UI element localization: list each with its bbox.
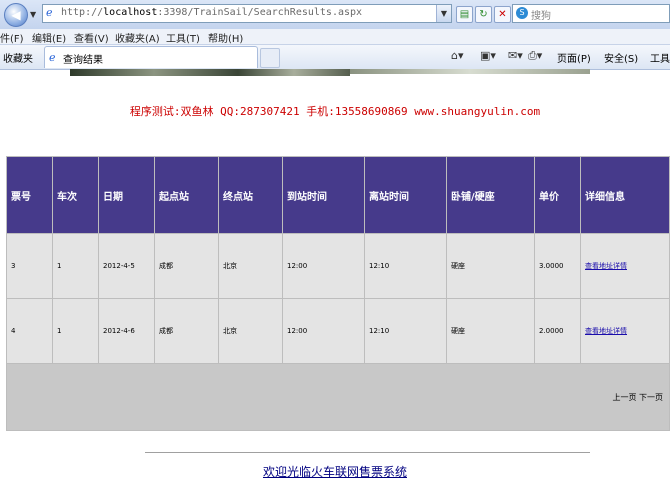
tab-search-results[interactable]: ℯ 查询结果 <box>44 46 258 68</box>
table-row: 4 1 2012-4-6 成都 北京 12:00 12:10 硬座 2.0000… <box>6 298 670 364</box>
header-seat: 卧铺/硬座 <box>446 156 535 234</box>
cell-depart: 12:10 <box>364 298 447 364</box>
address-url: http://localhost:3398/TrainSail/SearchRe… <box>61 7 363 18</box>
results-table: 票号 车次 日期 起点站 终点站 到站时间 离站时间 卧铺/硬座 单价 详细信息… <box>6 156 670 431</box>
address-input[interactable]: ℯ http://localhost:3398/TrainSail/Search… <box>42 4 452 23</box>
refresh-icon[interactable]: ↻ <box>475 6 492 23</box>
header-detail: 详细信息 <box>580 156 670 234</box>
pager-prev[interactable]: 上一页 <box>612 393 636 402</box>
pager-next[interactable]: 下一页 <box>639 393 663 402</box>
cell-date: 2012-4-6 <box>98 298 155 364</box>
detail-link[interactable]: 查看地址详情 <box>585 262 627 270</box>
cell-price: 3.0000 <box>534 233 581 299</box>
menu-tools[interactable]: 工具(T) <box>166 30 200 45</box>
address-dropdown-icon[interactable]: ▼ <box>436 5 451 22</box>
banner-image-right <box>350 69 590 74</box>
address-bar-area: ◀ ▼ ℯ http://localhost:3398/TrainSail/Se… <box>0 0 670 30</box>
tab-title: 查询结果 <box>63 55 103 66</box>
header-depart: 离站时间 <box>364 156 447 234</box>
header-train: 车次 <box>52 156 99 234</box>
cell-depart: 12:10 <box>364 233 447 299</box>
cell-from: 成都 <box>154 233 219 299</box>
menu-edit[interactable]: 编辑(E) <box>32 30 66 45</box>
print-icon[interactable]: ⎙▾ <box>528 49 542 63</box>
table-header-row: 票号 车次 日期 起点站 终点站 到站时间 离站时间 卧铺/硬座 单价 详细信息 <box>6 156 670 234</box>
header-date: 日期 <box>98 156 155 234</box>
cell-ticket: 3 <box>6 233 53 299</box>
page-menu[interactable]: 页面(P) <box>557 50 591 65</box>
footer-divider <box>145 452 590 453</box>
header-price: 单价 <box>534 156 581 234</box>
mail-icon[interactable]: ✉▾ <box>508 49 523 62</box>
cell-date: 2012-4-5 <box>98 233 155 299</box>
ie-tab-icon: ℯ <box>49 51 56 64</box>
cell-train: 1 <box>52 298 99 364</box>
back-button[interactable]: ◀ <box>4 3 28 27</box>
header-ticket: 票号 <box>6 156 53 234</box>
detail-link[interactable]: 查看地址详情 <box>585 327 627 335</box>
compatibility-view-icon[interactable]: ▤ <box>456 6 473 23</box>
header-to: 终点站 <box>218 156 283 234</box>
cell-arrive: 12:00 <box>282 233 365 299</box>
footer: 欢迎光临火车联网售票系统 <box>0 463 670 480</box>
menu-file[interactable]: 件(F) <box>0 30 24 45</box>
footer-home-link[interactable]: 欢迎光临火车联网售票系统 <box>263 465 407 479</box>
menu-bar: 件(F) 编辑(E) 查看(V) 收藏夹(A) 工具(T) 帮助(H) <box>0 29 670 45</box>
search-placeholder: 搜狗 <box>531 11 551 22</box>
cell-arrive: 12:00 <box>282 298 365 364</box>
feeds-icon[interactable]: ▣▾ <box>480 49 496 62</box>
page-headline: 程序测试:双鱼林 QQ:287307421 手机:13558690869 www… <box>129 105 541 118</box>
safety-menu[interactable]: 安全(S) <box>604 50 638 65</box>
header-arrive: 到站时间 <box>282 156 365 234</box>
menu-view[interactable]: 查看(V) <box>74 30 109 45</box>
cell-detail: 查看地址详情 <box>580 298 670 364</box>
cell-to: 北京 <box>218 233 283 299</box>
stop-icon[interactable]: ✕ <box>494 6 511 23</box>
tools-menu[interactable]: 工具 <box>650 50 670 65</box>
back-arrow-icon: ◀ <box>11 8 21 22</box>
cell-seat: 硬座 <box>446 298 535 364</box>
header-from: 起点站 <box>154 156 219 234</box>
pager-row: 上一页 下一页 <box>6 363 670 431</box>
favorites-bar: 收藏夹 ℯ 查询结果 ⌂▾ ▣▾ ✉▾ ⎙▾ 页面(P) 安全(S) 工具 <box>0 45 670 70</box>
cell-detail: 查看地址详情 <box>580 233 670 299</box>
search-input[interactable]: S 搜狗 <box>512 4 670 23</box>
menu-help[interactable]: 帮助(H) <box>208 30 243 45</box>
sogou-search-icon: S <box>516 7 528 19</box>
cell-price: 2.0000 <box>534 298 581 364</box>
cell-seat: 硬座 <box>446 233 535 299</box>
favorites-button[interactable]: 收藏夹 <box>3 50 33 65</box>
new-tab-button[interactable] <box>260 48 280 68</box>
pager-cell: 上一页 下一页 <box>6 363 670 431</box>
cell-train: 1 <box>52 233 99 299</box>
nav-dropdown-icon[interactable]: ▼ <box>30 10 36 19</box>
ie-page-icon: ℯ <box>46 6 53 19</box>
cell-from: 成都 <box>154 298 219 364</box>
menu-favorites[interactable]: 收藏夹(A) <box>115 30 160 45</box>
cell-to: 北京 <box>218 298 283 364</box>
home-icon[interactable]: ⌂▾ <box>451 49 464 62</box>
table-row: 3 1 2012-4-5 成都 北京 12:00 12:10 硬座 3.0000… <box>6 233 670 299</box>
cell-ticket: 4 <box>6 298 53 364</box>
banner-image <box>70 69 350 76</box>
